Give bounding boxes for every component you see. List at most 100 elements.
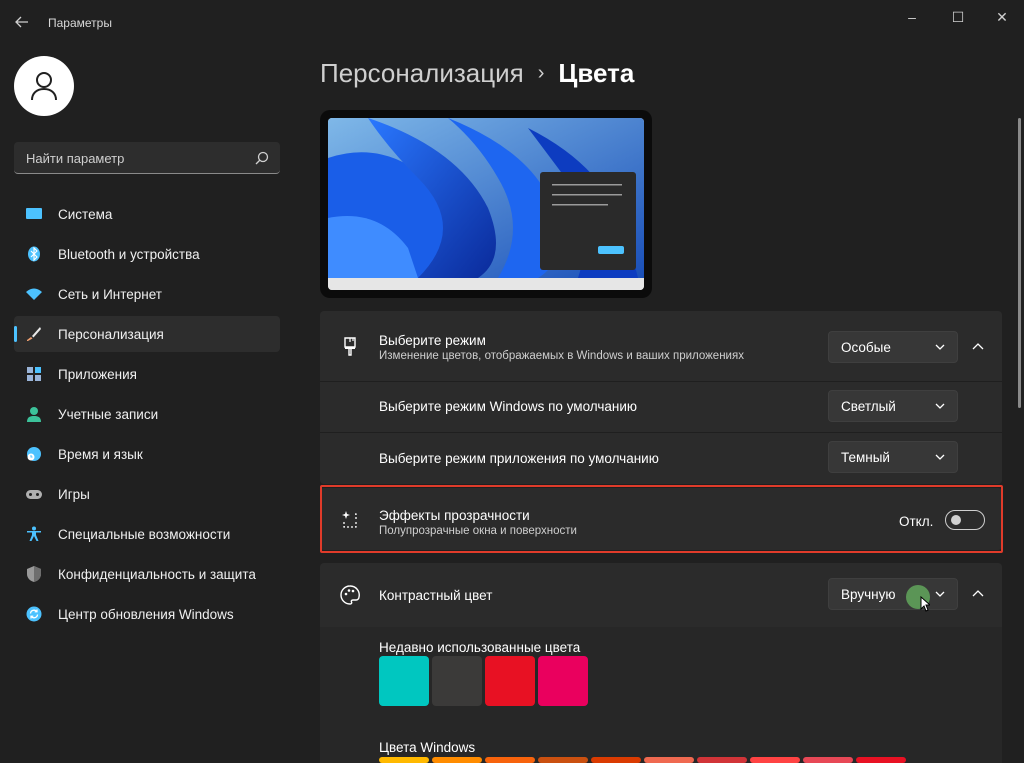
chevron-down-icon [935,344,945,350]
sidebar-item-label: Центр обновления Windows [58,606,234,622]
app-mode-dropdown[interactable]: Темный [828,441,958,473]
palette-icon [340,585,360,605]
minimize-button[interactable]: – [892,6,932,28]
close-button[interactable]: ✕ [982,6,1022,28]
avatar[interactable] [14,56,74,116]
windows-color-swatch[interactable] [379,757,429,763]
apps-icon [27,367,41,381]
chevron-down-icon [935,454,945,460]
chevron-up-icon [972,590,984,597]
highlight-box [320,485,1003,553]
accessibility-icon [27,526,41,541]
app-mode-row: Выберите режим приложения по умолчанию Т… [320,433,1002,484]
title-bar: Параметры – ☐ ✕ [0,0,1024,40]
search-placeholder: Найти параметр [26,151,125,166]
person-icon [27,407,41,422]
mode-card: Выберите режим Изменение цветов, отображ… [320,311,1002,484]
sidebar-item-bluetooth[interactable]: Bluetooth и устройства [14,236,280,272]
wifi-icon [26,288,42,300]
accent-dropdown-value: Вручную [841,587,896,602]
sidebar-item-personalization[interactable]: Персонализация [14,316,280,352]
mouse-cursor-icon [920,596,930,612]
chevron-up-icon [972,343,984,350]
sidebar-item-windows-update[interactable]: Центр обновления Windows [14,596,280,632]
sidebar-item-time-language[interactable]: Время и язык [14,436,280,472]
mode-dropdown-value: Особые [841,340,891,355]
search-input[interactable]: Найти параметр [14,142,280,174]
mode-title: Выберите режим [379,333,486,348]
windows-color-swatch[interactable] [697,757,747,763]
sidebar-item-label: Специальные возможности [58,526,231,542]
accent-row[interactable]: Контрастный цвет Вручную [320,563,1002,627]
windows-color-swatch[interactable] [644,757,694,763]
sidebar-item-label: Время и язык [58,446,143,462]
sidebar-item-apps[interactable]: Приложения [14,356,280,392]
accent-title: Контрастный цвет [379,588,493,603]
chevron-down-icon [935,403,945,409]
brush-icon [27,327,41,341]
sidebar-item-privacy[interactable]: Конфиденциальность и защита [14,556,280,592]
sidebar-item-label: Игры [58,486,90,502]
paintbrush-icon [344,337,356,356]
accent-dropdown[interactable]: Вручную [828,578,958,610]
mode-collapse-button[interactable] [962,331,994,363]
windows-mode-dropdown[interactable]: Светлый [828,390,958,422]
breadcrumb-separator: › [537,62,545,84]
windows-color-swatch[interactable] [538,757,588,763]
back-button[interactable] [8,8,36,36]
search-icon[interactable] [254,150,270,166]
back-arrow-icon [15,16,28,28]
recent-colors-label: Недавно использованные цвета [379,640,581,655]
update-icon [26,606,42,622]
windows-color-swatch[interactable] [750,757,800,763]
breadcrumb: Персонализация › Цвета [320,58,634,89]
windows-color-swatch[interactable] [803,757,853,763]
bluetooth-icon [28,246,40,262]
globe-clock-icon [27,447,41,461]
sidebar-item-label: Конфиденциальность и защита [58,566,256,582]
windows-color-swatch[interactable] [432,757,482,763]
windows-color-swatch[interactable] [591,757,641,763]
sidebar-item-label: Учетные записи [58,406,159,422]
maximize-button[interactable]: ☐ [938,6,978,28]
windows-mode-value: Светлый [841,399,896,414]
theme-preview [320,110,652,298]
sidebar-item-label: Система [58,206,113,222]
sidebar-nav: Система Bluetooth и устройства Сеть и Ин… [14,196,280,636]
wallpaper-bloom-image [328,118,644,290]
theme-preview-image [328,118,644,290]
sidebar-item-gaming[interactable]: Игры [14,476,280,512]
app-mode-value: Темный [841,450,890,465]
app-title: Параметры [48,16,112,30]
windows-mode-label: Выберите режим Windows по умолчанию [379,399,638,414]
recent-color-swatch[interactable] [432,656,482,706]
windows-mode-row: Выберите режим Windows по умолчанию Свет… [320,382,1002,432]
mode-dropdown[interactable]: Особые [828,331,958,363]
mode-row[interactable]: Выберите режим Изменение цветов, отображ… [320,311,1002,381]
sidebar-item-network[interactable]: Сеть и Интернет [14,276,280,312]
sidebar-item-label: Bluetooth и устройства [58,246,200,262]
recent-color-swatch[interactable] [379,656,429,706]
sidebar-item-label: Персонализация [58,326,164,342]
accent-collapse-button[interactable] [962,578,994,610]
windows-color-swatch[interactable] [485,757,535,763]
sidebar-item-accounts[interactable]: Учетные записи [14,396,280,432]
gamepad-icon [26,490,42,499]
windows-colors-label: Цвета Windows [379,740,476,755]
mode-subtitle: Изменение цветов, отображаемых в Windows… [379,350,744,362]
windows-color-swatch[interactable] [856,757,906,763]
scrollbar[interactable] [1018,118,1021,408]
sidebar-item-label: Сеть и Интернет [58,286,162,302]
shield-icon [27,566,41,582]
chevron-down-icon [935,591,945,597]
recent-color-swatch[interactable] [485,656,535,706]
sidebar-item-label: Приложения [58,366,137,382]
breadcrumb-parent[interactable]: Персонализация [320,58,524,89]
app-mode-label: Выберите режим приложения по умолчанию [379,451,659,466]
sidebar-item-system[interactable]: Система [14,196,280,232]
recent-color-swatch[interactable] [538,656,588,706]
page-title: Цвета [558,58,635,88]
sidebar-item-accessibility[interactable]: Специальные возможности [14,516,280,552]
monitor-icon [26,208,42,219]
user-icon [31,72,57,101]
